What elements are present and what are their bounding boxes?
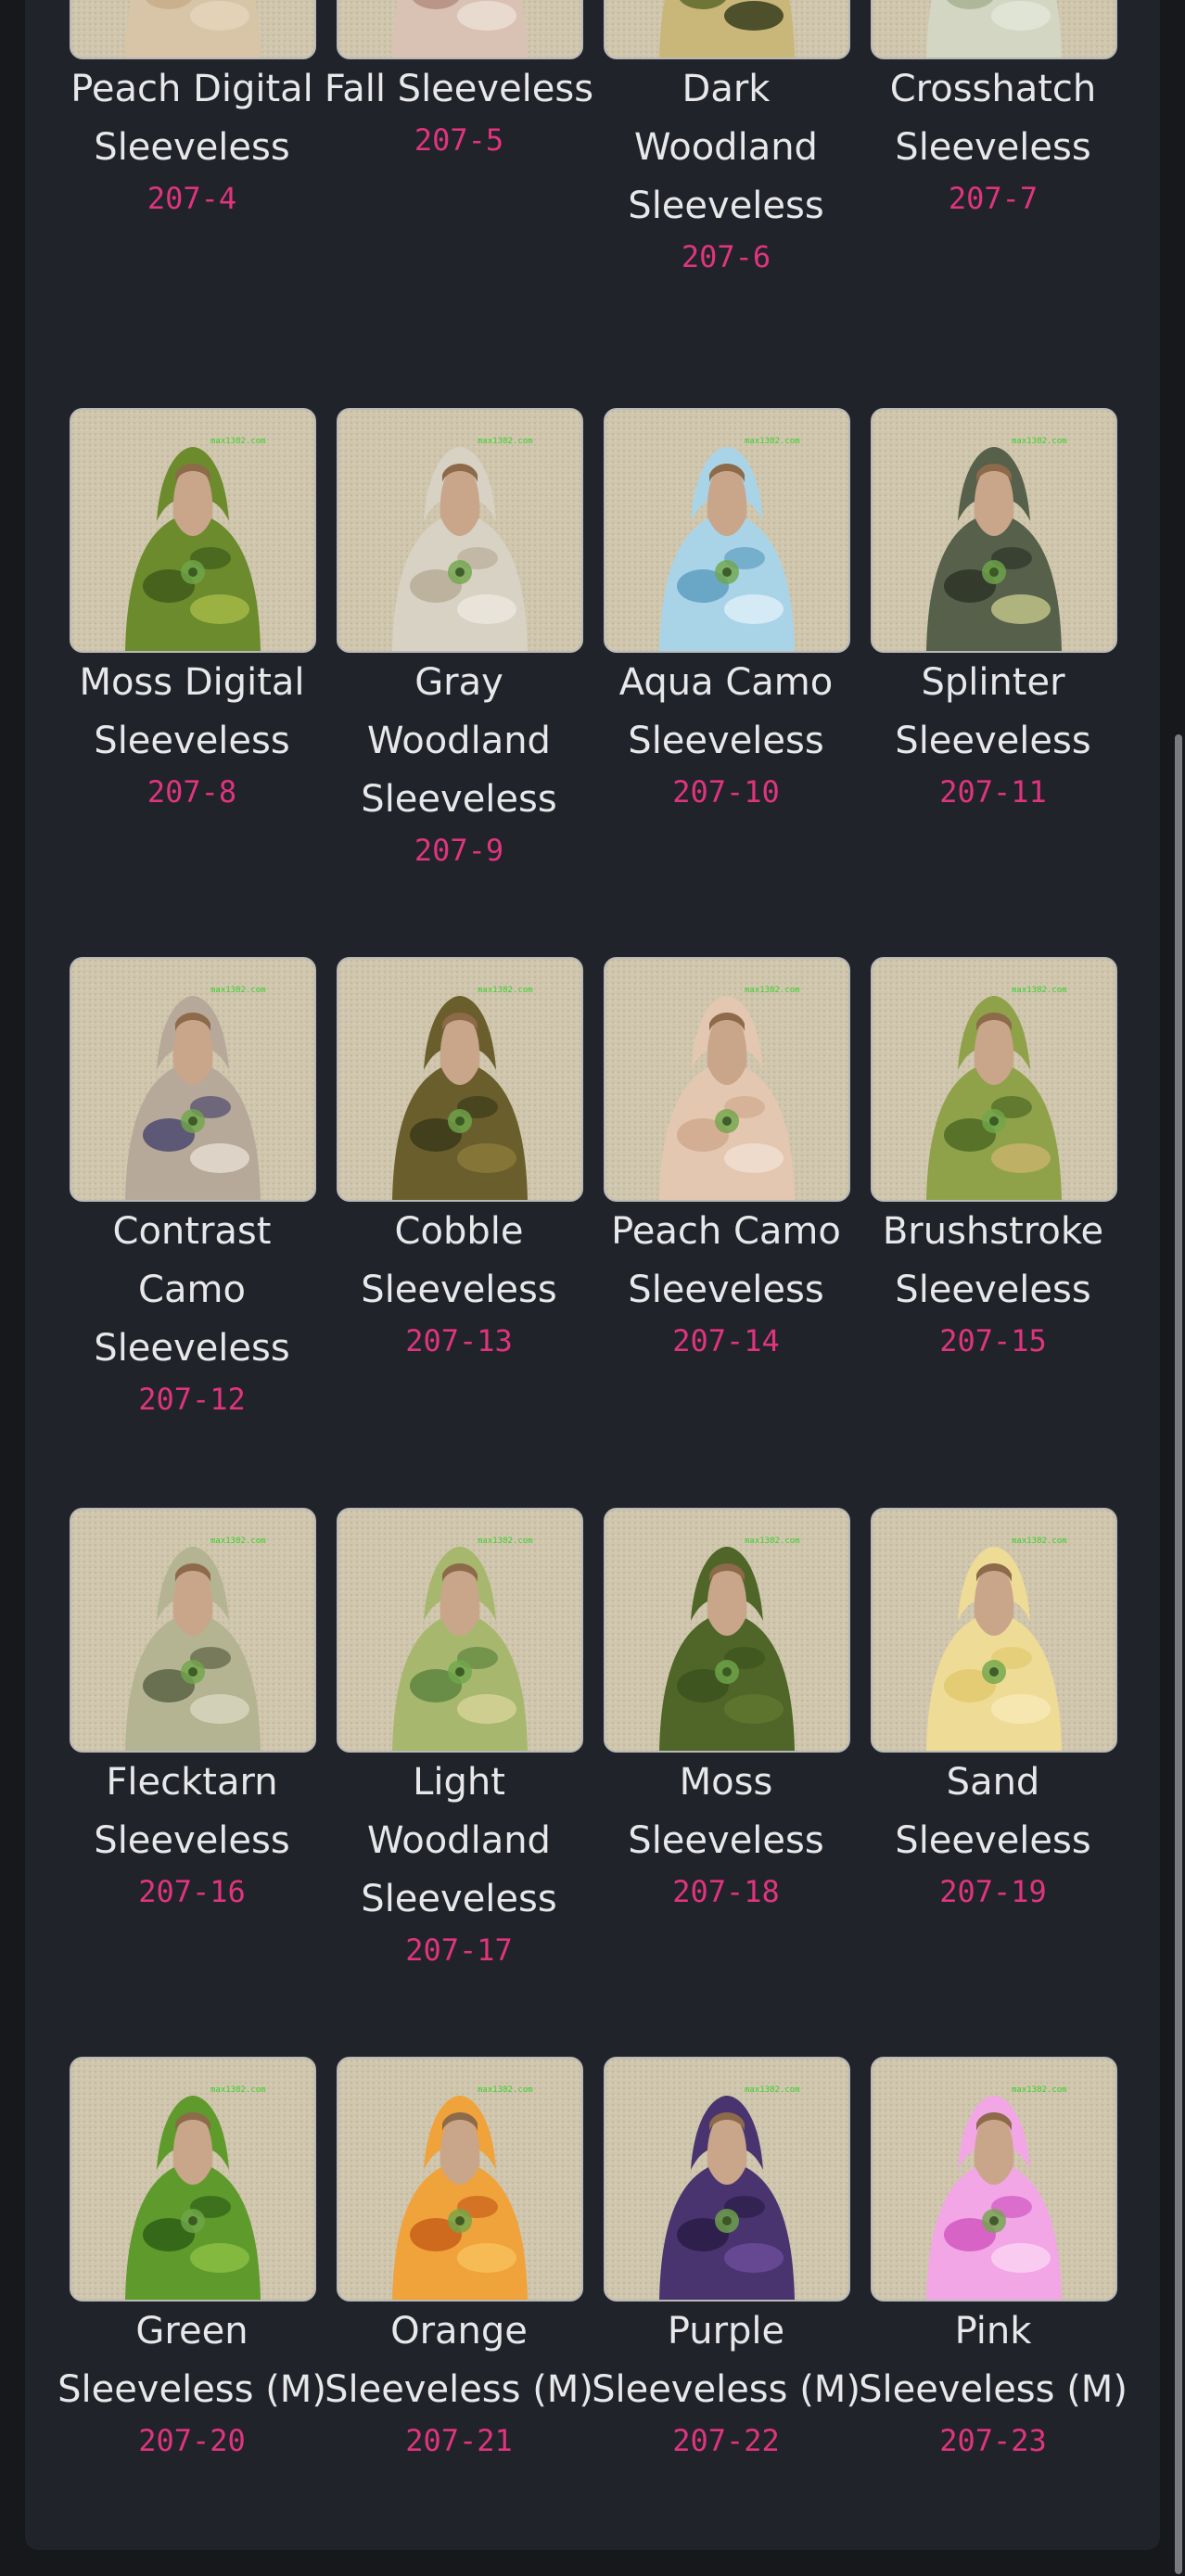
item-code: 207-12 (138, 1382, 246, 1417)
svg-text:max1382.com: max1382.com (745, 2085, 800, 2095)
svg-text:max1382.com: max1382.com (1012, 1537, 1067, 1546)
item-name: Crosshatch Sleeveless (889, 68, 1097, 169)
item-code: 207-13 (405, 1323, 513, 1358)
item-name: Orange Sleeveless (M) (325, 2310, 593, 2411)
item-name: Light Woodland Sleeveless (361, 1761, 557, 1920)
item-thumbnail[interactable]: max1382.com (70, 408, 316, 653)
item-code: 207-9 (414, 833, 504, 868)
item-name: Aqua Camo Sleeveless (618, 661, 834, 762)
svg-text:max1382.com: max1382.com (210, 437, 266, 446)
item-code: 207-5 (414, 122, 504, 158)
item-name: Brushstroke Sleeveless (882, 1210, 1104, 1311)
svg-text:max1382.com: max1382.com (745, 437, 800, 446)
item-thumbnail[interactable]: max1382.com (604, 408, 850, 653)
item-code: 207-10 (672, 774, 780, 810)
svg-text:max1382.com: max1382.com (478, 2085, 533, 2095)
item-code: 207-23 (939, 2423, 1047, 2458)
scrollbar-thumb[interactable] (1175, 734, 1182, 2574)
item-code: 207-14 (672, 1323, 780, 1358)
item-code: 207-6 (681, 239, 771, 274)
item-thumbnail[interactable]: max1382.com (604, 1508, 850, 1753)
item-code: 207-19 (939, 1874, 1047, 1909)
item-code: 207-11 (939, 774, 1047, 810)
svg-text:max1382.com: max1382.com (210, 986, 266, 995)
item-thumbnail[interactable]: max1382.com (337, 408, 583, 653)
item-thumbnail[interactable]: max1382.com (871, 957, 1117, 1202)
item-name: Purple Sleeveless (M) (592, 2310, 860, 2411)
svg-text:max1382.com: max1382.com (478, 1537, 533, 1546)
item-name: Fall Sleeveless (324, 68, 594, 110)
item-code: 207-16 (138, 1874, 246, 1909)
item-thumbnail[interactable]: max1382.com (871, 2057, 1117, 2302)
svg-text:max1382.com: max1382.com (478, 986, 533, 995)
item-name: Sand Sleeveless (895, 1761, 1091, 1862)
scrollbar[interactable] (1172, 0, 1185, 2576)
svg-text:max1382.com: max1382.com (1012, 986, 1067, 995)
item-code: 207-20 (138, 2423, 246, 2458)
item-code: 207-17 (405, 1932, 513, 1968)
item-name: Peach Camo Sleeveless (611, 1210, 841, 1311)
svg-text:max1382.com: max1382.com (1012, 2085, 1067, 2095)
svg-text:max1382.com: max1382.com (745, 986, 800, 995)
item-name: Moss Digital Sleeveless (79, 661, 305, 762)
svg-text:max1382.com: max1382.com (745, 1537, 800, 1546)
item-thumbnail[interactable]: max1382.com (337, 2057, 583, 2302)
item-name: Flecktarn Sleeveless (94, 1761, 290, 1862)
item-code: 207-7 (948, 181, 1038, 216)
item-thumbnail[interactable]: max1382.com (871, 0, 1117, 59)
svg-text:max1382.com: max1382.com (478, 437, 533, 446)
item-code: 207-4 (147, 181, 237, 216)
item-name: Dark Woodland Sleeveless (628, 68, 824, 227)
item-thumbnail[interactable]: max1382.com (871, 1508, 1117, 1753)
item-name: Contrast Camo Sleeveless (94, 1210, 290, 1370)
item-thumbnail[interactable]: max1382.com (604, 0, 850, 59)
item-code: 207-22 (672, 2423, 780, 2458)
item-name: Gray Woodland Sleeveless (361, 661, 557, 821)
item-thumbnail[interactable]: max1382.com (871, 408, 1117, 653)
item-code: 207-18 (672, 1874, 780, 1909)
svg-text:max1382.com: max1382.com (210, 2085, 266, 2095)
item-thumbnail[interactable]: max1382.com (337, 957, 583, 1202)
item-thumbnail[interactable]: max1382.com (604, 957, 850, 1202)
item-thumbnail[interactable]: max1382.com (337, 0, 583, 59)
item-code: 207-21 (405, 2423, 513, 2458)
svg-text:max1382.com: max1382.com (1012, 437, 1067, 446)
item-code: 207-8 (147, 774, 237, 810)
item-name: Peach Digital Sleeveless (70, 68, 313, 169)
item-code: 207-15 (939, 1323, 1047, 1358)
item-name: Green Sleeveless (M) (57, 2310, 326, 2411)
item-thumbnail[interactable]: max1382.com (70, 2057, 316, 2302)
item-name: Cobble Sleeveless (361, 1210, 557, 1311)
item-thumbnail[interactable]: max1382.com (70, 957, 316, 1202)
item-thumbnail[interactable]: max1382.com (337, 1508, 583, 1753)
svg-text:max1382.com: max1382.com (210, 1537, 266, 1546)
item-name: Moss Sleeveless (628, 1761, 824, 1862)
gallery-panel: max1382.com Peach DigitalSleeveless 207-4… (25, 0, 1160, 2550)
item-name: Splinter Sleeveless (895, 661, 1091, 762)
item-thumbnail[interactable]: max1382.com (70, 0, 316, 59)
item-name: Pink Sleeveless (M) (859, 2310, 1128, 2411)
item-thumbnail[interactable]: max1382.com (604, 2057, 850, 2302)
item-thumbnail[interactable]: max1382.com (70, 1508, 316, 1753)
